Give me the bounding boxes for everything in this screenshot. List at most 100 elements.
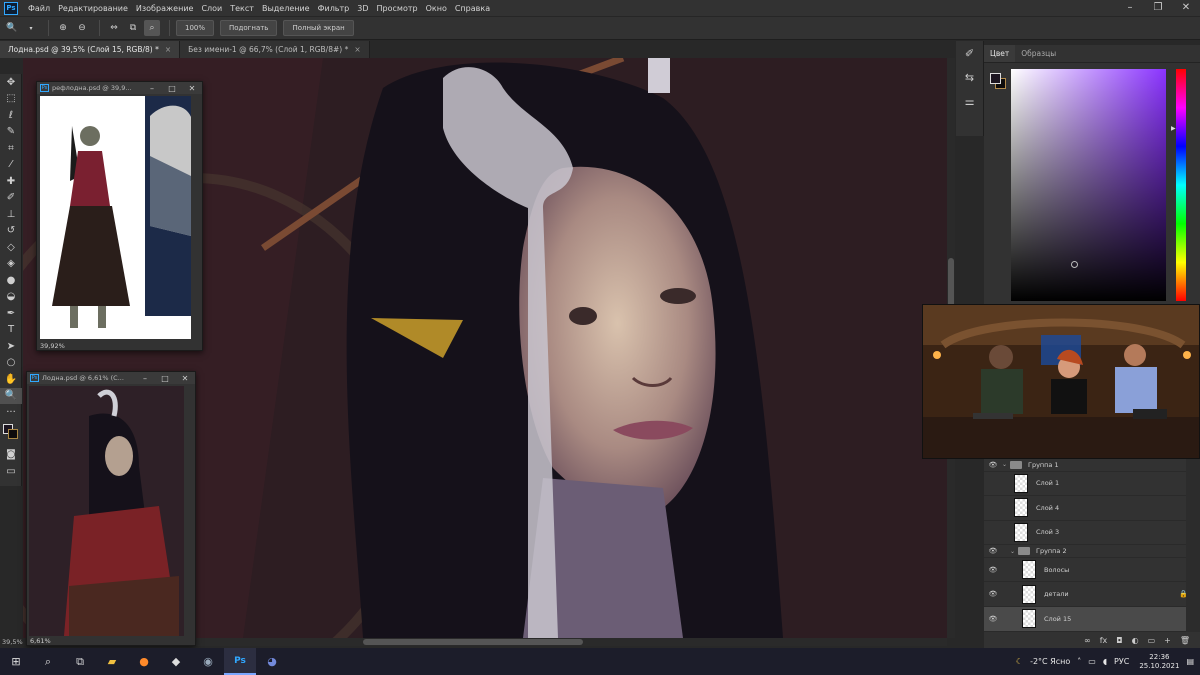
zoom-100-button[interactable]: 100% <box>176 20 215 36</box>
task-view-icon[interactable]: ⧉ <box>64 648 96 675</box>
close-icon[interactable]: ✕ <box>175 374 195 383</box>
layer-style-icon[interactable]: fx <box>1100 636 1108 645</box>
fit-screen-button[interactable]: Подогнать <box>220 20 278 36</box>
minimize-icon[interactable]: – <box>135 374 155 383</box>
pen-tool-icon[interactable]: ✒ <box>0 305 22 322</box>
quick-select-tool-icon[interactable]: ✎ <box>0 124 22 141</box>
eye-icon[interactable]: 👁 <box>984 461 1002 469</box>
hue-indicator-icon[interactable]: ▶ <box>1171 125 1176 132</box>
adjustment-layer-icon[interactable]: ◐ <box>1132 636 1139 645</box>
app-fox-icon[interactable]: ◆ <box>160 648 192 675</box>
scroll-thumb[interactable] <box>363 639 583 645</box>
layer-row[interactable]: · Слой 4 <box>984 496 1200 521</box>
firefox-icon[interactable]: ● <box>128 648 160 675</box>
minimize-icon[interactable]: – <box>1116 0 1144 16</box>
blur-tool-icon[interactable]: ● <box>0 272 22 289</box>
eye-icon[interactable]: · <box>984 479 1002 487</box>
network-icon[interactable]: ▭ <box>1088 657 1096 666</box>
window-zoom[interactable]: 6,61% <box>30 637 51 645</box>
restore-icon[interactable]: ❐ <box>1144 0 1172 16</box>
zoom-in-icon[interactable]: ⊕ <box>55 20 71 36</box>
menu-image[interactable]: Изображение <box>132 4 198 13</box>
paint-bucket-tool-icon[interactable]: ◈ <box>0 256 22 273</box>
navigator-window[interactable]: Ps Лодна.psd @ 6,61% (С... – □ ✕ 6,61% <box>26 371 196 646</box>
layers-scrollbar[interactable] <box>1186 459 1200 632</box>
more-tools-icon[interactable]: ··· <box>0 404 22 421</box>
history-brush-tool-icon[interactable]: ↺ <box>0 223 22 240</box>
brush-settings-icon[interactable]: ✐ <box>956 41 983 65</box>
menu-help[interactable]: Справка <box>451 4 494 13</box>
window-titlebar[interactable]: Ps рефлодна.psd @ 39,9... – □ ✕ <box>37 82 202 94</box>
close-icon[interactable]: ✕ <box>182 84 202 93</box>
weather-moon-icon[interactable]: ☾ <box>1016 657 1023 666</box>
close-icon[interactable]: ✕ <box>1172 0 1200 16</box>
menu-3d[interactable]: 3D <box>353 4 372 13</box>
hue-slider[interactable] <box>1176 69 1186 301</box>
menu-file[interactable]: Файл <box>24 4 54 13</box>
notifications-icon[interactable]: ▤ <box>1186 657 1194 666</box>
chevron-down-icon[interactable]: ⌄ <box>1010 548 1018 555</box>
keyboard-lang[interactable]: РУС <box>1114 657 1129 666</box>
file-explorer-icon[interactable]: ▰ <box>96 648 128 675</box>
menu-view[interactable]: Просмотр <box>373 4 422 13</box>
photoshop-taskbar-icon[interactable]: Ps <box>224 648 256 675</box>
quick-mask-icon[interactable]: ◙ <box>0 447 22 464</box>
chevron-up-icon[interactable]: ˄ <box>1077 657 1081 666</box>
layer-group-2[interactable]: 👁 ⌄ Группа 2 <box>984 545 1200 558</box>
menu-window[interactable]: Окно <box>422 4 451 13</box>
menu-select[interactable]: Выделение <box>258 4 314 13</box>
layer-row[interactable]: 👁 Волосы <box>984 558 1200 583</box>
marquee-tool-icon[interactable]: ⬚ <box>0 91 22 108</box>
eye-icon[interactable]: 👁 <box>984 566 1002 574</box>
eye-icon[interactable]: · <box>984 504 1002 512</box>
color-picker-cursor[interactable] <box>1071 261 1078 268</box>
clock[interactable]: 22:36 25.10.2021 <box>1139 653 1179 671</box>
link-layers-icon[interactable]: ∞ <box>1084 636 1091 645</box>
move-tool-icon[interactable]: ✥ <box>0 74 22 91</box>
search-icon[interactable]: ⌕ <box>32 648 64 675</box>
fill-screen-button[interactable]: Полный экран <box>283 20 354 36</box>
foreground-color-swatch[interactable] <box>990 73 1001 84</box>
eraser-tool-icon[interactable]: ◇ <box>0 239 22 256</box>
path-select-tool-icon[interactable]: ➤ <box>0 338 22 355</box>
maximize-icon[interactable]: □ <box>155 374 175 383</box>
menu-layers[interactable]: Слои <box>197 4 226 13</box>
layer-row[interactable]: · Слой 1 <box>984 472 1200 497</box>
weather-text[interactable]: -2°C Ясно <box>1030 657 1070 666</box>
layer-row-selected[interactable]: 👁 Слой 15 <box>984 606 1200 632</box>
eye-icon[interactable]: · <box>984 528 1002 536</box>
eye-icon[interactable]: 👁 <box>984 547 1002 555</box>
window-zoom[interactable]: 39,92% <box>40 342 65 350</box>
chevron-down-icon[interactable]: ▾ <box>23 20 39 36</box>
zoom-out-icon[interactable]: ⊖ <box>74 20 90 36</box>
hand-tool-icon[interactable]: ✋ <box>0 371 22 388</box>
trash-icon[interactable]: 🗑 <box>1180 636 1190 645</box>
eye-icon[interactable]: 👁 <box>984 590 1002 598</box>
menu-edit[interactable]: Редактирование <box>54 4 132 13</box>
eye-icon[interactable]: 👁 <box>984 615 1002 623</box>
volume-icon[interactable]: ◖ <box>1103 657 1107 666</box>
eyedropper-tool-icon[interactable]: ⁄ <box>0 157 22 174</box>
layer-row[interactable]: 👁 детали 🔒 <box>984 582 1200 607</box>
new-group-icon[interactable]: ▭ <box>1148 636 1156 645</box>
discord-icon[interactable]: ◕ <box>256 648 288 675</box>
color-swatches-icon[interactable] <box>0 421 22 447</box>
layer-group-1[interactable]: 👁 ⌄ Группа 1 <box>984 459 1200 472</box>
resize-windows-icon[interactable]: ⇔ <box>106 20 122 36</box>
close-icon[interactable]: × <box>165 45 171 54</box>
brush-tool-icon[interactable]: ✐ <box>0 190 22 207</box>
window-titlebar[interactable]: Ps Лодна.psd @ 6,61% (С... – □ ✕ <box>27 372 195 384</box>
menu-filter[interactable]: Фильтр <box>314 4 354 13</box>
steam-icon[interactable]: ◉ <box>192 648 224 675</box>
healing-brush-tool-icon[interactable]: ✚ <box>0 173 22 190</box>
minimize-icon[interactable]: – <box>142 84 162 93</box>
menu-type[interactable]: Текст <box>226 4 258 13</box>
zoom-tool-icon[interactable]: 🔍 <box>0 387 22 404</box>
zoom-all-windows-icon[interactable]: ⧉ <box>125 20 141 36</box>
crop-tool-icon[interactable]: ⌗ <box>0 140 22 157</box>
type-tool-icon[interactable]: T <box>0 322 22 339</box>
zoom-tool-icon[interactable]: 🔍 <box>4 20 20 36</box>
reference-window[interactable]: Ps рефлодна.psd @ 39,9... – □ ✕ 39,92% <box>36 81 203 351</box>
ellipse-tool-icon[interactable]: ○ <box>0 355 22 372</box>
tab-lodna[interactable]: Лодна.psd @ 39,5% (Слой 15, RGB/8) * × <box>0 41 181 58</box>
